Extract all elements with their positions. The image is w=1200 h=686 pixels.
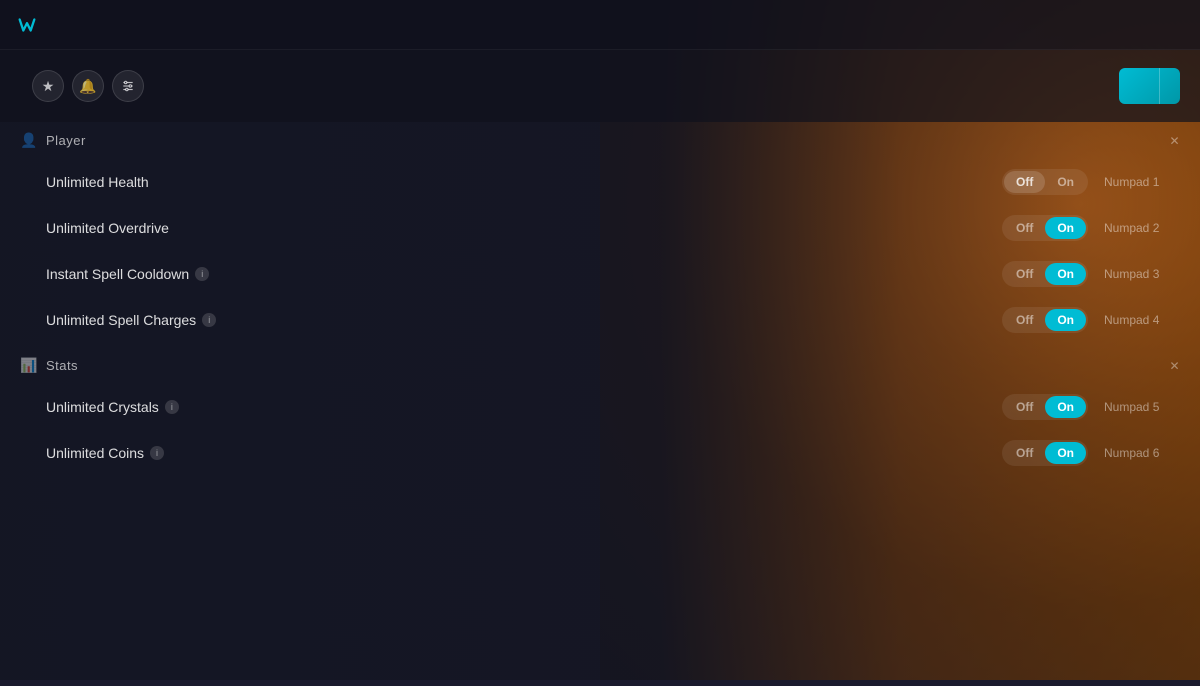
keybind-unlimited-health: Numpad 1 (1104, 175, 1174, 189)
toggle-on-unlimited-spell-charges[interactable]: On (1045, 309, 1086, 331)
toggle-off-instant-spell-cooldown[interactable]: Off (1004, 263, 1045, 285)
toggle-off-unlimited-overdrive[interactable]: Off (1004, 217, 1045, 239)
toggle-instant-spell-cooldown[interactable]: Off On (1002, 261, 1088, 287)
cheat-controls-instant-spell-cooldown: Off On Numpad 3 (1002, 261, 1174, 287)
section-label-player: Player (46, 133, 86, 148)
section-label-stats: Stats (46, 358, 78, 373)
section-header-player: 👤 Player ✕ (10, 122, 1190, 159)
close-button[interactable] (1156, 11, 1184, 39)
wemod-icon (16, 14, 38, 36)
cheat-row-unlimited-overdrive: Unlimited Overdrive Off On Numpad 2 (10, 205, 1190, 251)
section-header-left-stats: 📊 Stats (20, 357, 78, 374)
trainer-settings-button[interactable] (112, 70, 144, 102)
toggle-off-unlimited-health[interactable]: Off (1004, 171, 1045, 193)
cheat-controls-unlimited-coins: Off On Numpad 6 (1002, 440, 1174, 466)
play-button[interactable] (1119, 68, 1180, 104)
minimize-button[interactable] (1080, 11, 1108, 39)
toggle-off-unlimited-crystals[interactable]: Off (1004, 396, 1045, 418)
cheat-controls-unlimited-health: Off On Numpad 1 (1002, 169, 1174, 195)
section-stats: 📊 Stats ✕ Unlimited Crystalsi Off On Num… (10, 347, 1190, 476)
toggle-off-unlimited-coins[interactable]: Off (1004, 442, 1045, 464)
section-icon-stats: 📊 (20, 357, 38, 374)
titlebar (0, 0, 1200, 50)
cheat-name-unlimited-coins: Unlimited Coinsi (46, 445, 1002, 461)
cheat-controls-unlimited-spell-charges: Off On Numpad 4 (1002, 307, 1174, 333)
header-left: ★ 🔔 (20, 70, 144, 102)
section-icon-player: 👤 (20, 132, 38, 149)
cheat-controls-unlimited-crystals: Off On Numpad 5 (1002, 394, 1174, 420)
notification-button[interactable]: 🔔 (72, 70, 104, 102)
game-header: ★ 🔔 (0, 50, 1200, 122)
keybind-unlimited-overdrive: Numpad 2 (1104, 221, 1174, 235)
collapse-stats[interactable]: ✕ (1169, 359, 1180, 373)
info-icon-unlimited-coins[interactable]: i (150, 446, 164, 460)
cheat-controls-unlimited-overdrive: Off On Numpad 2 (1002, 215, 1174, 241)
main-content: 👤 Player ✕ Unlimited Health Off On Numpa… (0, 122, 1200, 686)
cheat-name-instant-spell-cooldown: Instant Spell Cooldowni (46, 266, 1002, 282)
cheat-name-unlimited-crystals: Unlimited Crystalsi (46, 399, 1002, 415)
play-arrow-icon (1160, 76, 1180, 96)
toggle-unlimited-health[interactable]: Off On (1002, 169, 1088, 195)
cheat-name-unlimited-spell-charges: Unlimited Spell Chargesi (46, 312, 1002, 328)
favorite-button[interactable]: ★ (32, 70, 64, 102)
info-icon-unlimited-crystals[interactable]: i (165, 400, 179, 414)
keybind-unlimited-coins: Numpad 6 (1104, 446, 1174, 460)
cheat-row-unlimited-health: Unlimited Health Off On Numpad 1 (10, 159, 1190, 205)
toggle-on-unlimited-coins[interactable]: On (1045, 442, 1086, 464)
toggle-unlimited-crystals[interactable]: Off On (1002, 394, 1088, 420)
titlebar-left (16, 14, 44, 36)
wemod-logo (16, 14, 44, 36)
restore-button[interactable] (1118, 11, 1146, 39)
cheat-row-unlimited-spell-charges: Unlimited Spell Chargesi Off On Numpad 4 (10, 297, 1190, 343)
toggle-on-instant-spell-cooldown[interactable]: On (1045, 263, 1086, 285)
header-icons: ★ 🔔 (32, 70, 144, 102)
info-icon-unlimited-spell-charges[interactable]: i (202, 313, 216, 327)
toggle-unlimited-spell-charges[interactable]: Off On (1002, 307, 1088, 333)
titlebar-controls (1080, 11, 1184, 39)
cheat-row-instant-spell-cooldown: Instant Spell Cooldowni Off On Numpad 3 (10, 251, 1190, 297)
toggle-off-unlimited-spell-charges[interactable]: Off (1004, 309, 1045, 331)
section-header-stats: 📊 Stats ✕ (10, 347, 1190, 384)
keybind-unlimited-spell-charges: Numpad 4 (1104, 313, 1174, 327)
toggle-unlimited-coins[interactable]: Off On (1002, 440, 1088, 466)
section-header-left-player: 👤 Player (20, 132, 86, 149)
section-player: 👤 Player ✕ Unlimited Health Off On Numpa… (10, 122, 1190, 343)
cheat-row-unlimited-coins: Unlimited Coinsi Off On Numpad 6 (10, 430, 1190, 476)
play-label (1119, 76, 1159, 96)
keybind-unlimited-crystals: Numpad 5 (1104, 400, 1174, 414)
toggle-on-unlimited-overdrive[interactable]: On (1045, 217, 1086, 239)
collapse-player[interactable]: ✕ (1169, 134, 1180, 148)
cheat-name-unlimited-health: Unlimited Health (46, 174, 1002, 190)
info-icon-instant-spell-cooldown[interactable]: i (195, 267, 209, 281)
cheat-row-unlimited-crystals: Unlimited Crystalsi Off On Numpad 5 (10, 384, 1190, 430)
keybind-instant-spell-cooldown: Numpad 3 (1104, 267, 1174, 281)
toggle-on-unlimited-crystals[interactable]: On (1045, 396, 1086, 418)
cheat-name-unlimited-overdrive: Unlimited Overdrive (46, 220, 1002, 236)
toggle-unlimited-overdrive[interactable]: Off On (1002, 215, 1088, 241)
toggle-on-unlimited-health[interactable]: On (1045, 171, 1086, 193)
